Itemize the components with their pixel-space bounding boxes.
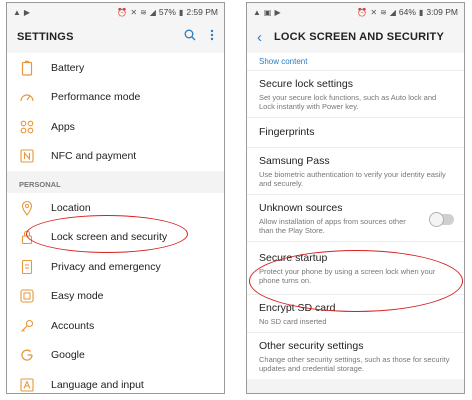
mute-icon: ✕ (130, 7, 138, 17)
app-bar: ‹ LOCK SCREEN AND SECURITY (247, 21, 464, 53)
settings-item-label: NFC and payment (51, 150, 137, 163)
settings-item-label: Location (51, 201, 91, 214)
security-item-description: Change other security settings, such as … (259, 355, 450, 373)
lock-screen-security-screen: ▲ ▣ ▶ ⏰ ✕ ≋ ◢ 64% ▮ 3:09 PM ‹ LOCK SCREE… (246, 2, 465, 394)
unknown-sources-toggle[interactable] (429, 212, 454, 227)
privacy-icon (19, 259, 35, 275)
speedometer-icon (19, 89, 35, 105)
security-item-secure-lock-settings[interactable]: Secure lock settings Set your secure loc… (247, 70, 464, 117)
location-pin-icon (19, 200, 35, 216)
security-item-secure-startup[interactable]: Secure startup Protect your phone by usi… (247, 241, 464, 294)
show-content-link[interactable]: Show content (247, 53, 464, 70)
battery-status-icon: ▮ (178, 7, 184, 17)
settings-item-privacy-and-emergency[interactable]: Privacy and emergency (7, 252, 224, 282)
settings-screen: ▲ ▶ ⏰ ✕ ≋ ◢ 57% ▮ 2:59 PM SETTINGS Batte… (6, 2, 225, 394)
settings-item-language-and-input[interactable]: Language and input (7, 370, 224, 393)
status-time: 3:09 PM (426, 7, 458, 17)
settings-item-label: Lock screen and security (51, 231, 168, 244)
security-item-fingerprints[interactable]: Fingerprints (247, 117, 464, 147)
mute-icon: ✕ (370, 7, 378, 17)
nfc-icon (19, 148, 35, 164)
settings-item-apps[interactable]: Apps (7, 112, 224, 142)
section-header-personal: PERSONAL (7, 171, 224, 193)
language-icon (19, 377, 35, 393)
settings-item-label: Apps (51, 120, 75, 133)
key-icon (19, 318, 35, 334)
status-bar: ▲ ▣ ▶ ⏰ ✕ ≋ ◢ 64% ▮ 3:09 PM (247, 3, 464, 21)
settings-item-label: Language and input (51, 378, 144, 391)
settings-item-google[interactable]: Google (7, 340, 224, 370)
settings-item-nfc-and-payment[interactable]: NFC and payment (7, 141, 224, 171)
security-item-title: Unknown sources (259, 202, 343, 214)
security-item-description: Allow installation of apps from sources … (259, 217, 406, 235)
settings-item-performance-mode[interactable]: Performance mode (7, 82, 224, 112)
security-item-other-security-settings[interactable]: Other security settings Change other sec… (247, 332, 464, 379)
security-item-title: Secure startup (259, 252, 328, 264)
alarm-icon: ⏰ (117, 7, 128, 17)
back-arrow-icon[interactable]: ‹ (257, 30, 262, 45)
settings-list: Battery Performance mode Apps NFC and pa… (7, 53, 224, 393)
more-options-icon[interactable] (210, 28, 214, 46)
security-item-description: Set your secure lock functions, such as … (259, 93, 437, 111)
security-item-title: Samsung Pass (259, 155, 330, 167)
signal-icon: ◢ (149, 7, 156, 17)
notification-icon: ▲ (13, 7, 21, 17)
google-icon (19, 347, 35, 363)
settings-item-battery[interactable]: Battery (7, 53, 224, 83)
status-bar: ▲ ▶ ⏰ ✕ ≋ ◢ 57% ▮ 2:59 PM (7, 3, 224, 21)
security-item-title: Other security settings (259, 340, 364, 352)
wifi-icon: ≋ (380, 7, 387, 17)
security-list: Show content Secure lock settings Set yo… (247, 53, 464, 379)
easy-mode-icon (19, 288, 35, 304)
signal-icon: ◢ (389, 7, 396, 17)
security-item-unknown-sources[interactable]: Unknown sources Allow installation of ap… (247, 194, 464, 241)
settings-item-label: Battery (51, 61, 85, 74)
security-item-title: Fingerprints (259, 126, 315, 138)
settings-item-label: Performance mode (51, 91, 141, 104)
security-item-encrypt-sd-card[interactable]: Encrypt SD card No SD card inserted (247, 294, 464, 332)
security-item-description: Protect your phone by using a screen loc… (259, 267, 436, 285)
wifi-icon: ≋ (140, 7, 147, 17)
page-title: LOCK SCREEN AND SECURITY (274, 31, 445, 43)
settings-item-label: Accounts (51, 319, 95, 332)
lock-icon (19, 229, 35, 245)
settings-item-label: Easy mode (51, 290, 104, 303)
security-item-description: Use biometric authentication to verify y… (259, 170, 446, 188)
app-bar: SETTINGS (7, 21, 224, 53)
battery-icon (19, 60, 35, 76)
page-title: SETTINGS (17, 31, 74, 43)
search-icon[interactable] (184, 28, 196, 46)
settings-item-lock-screen-and-security[interactable]: Lock screen and security (7, 222, 224, 252)
play-icon: ▶ (23, 7, 31, 17)
settings-item-location[interactable]: Location (7, 193, 224, 223)
settings-item-accounts[interactable]: Accounts (7, 311, 224, 341)
security-item-description: No SD card inserted (259, 317, 327, 326)
alarm-icon: ⏰ (357, 7, 368, 17)
apps-grid-icon (19, 119, 35, 135)
play-icon: ▶ (274, 7, 281, 17)
status-time: 2:59 PM (186, 7, 218, 17)
battery-status-icon: ▮ (418, 7, 424, 17)
battery-percent: 64% (398, 7, 416, 17)
security-item-title: Secure lock settings (259, 78, 353, 90)
settings-item-easy-mode[interactable]: Easy mode (7, 281, 224, 311)
toggle-knob (429, 212, 444, 227)
security-item-title: Encrypt SD card (259, 302, 336, 314)
settings-item-label: Google (51, 349, 85, 362)
image-icon: ▣ (263, 7, 272, 17)
notification-icon: ▲ (253, 7, 261, 17)
security-item-samsung-pass[interactable]: Samsung Pass Use biometric authenticatio… (247, 147, 464, 194)
battery-percent: 57% (158, 7, 176, 17)
settings-item-label: Privacy and emergency (51, 260, 161, 273)
